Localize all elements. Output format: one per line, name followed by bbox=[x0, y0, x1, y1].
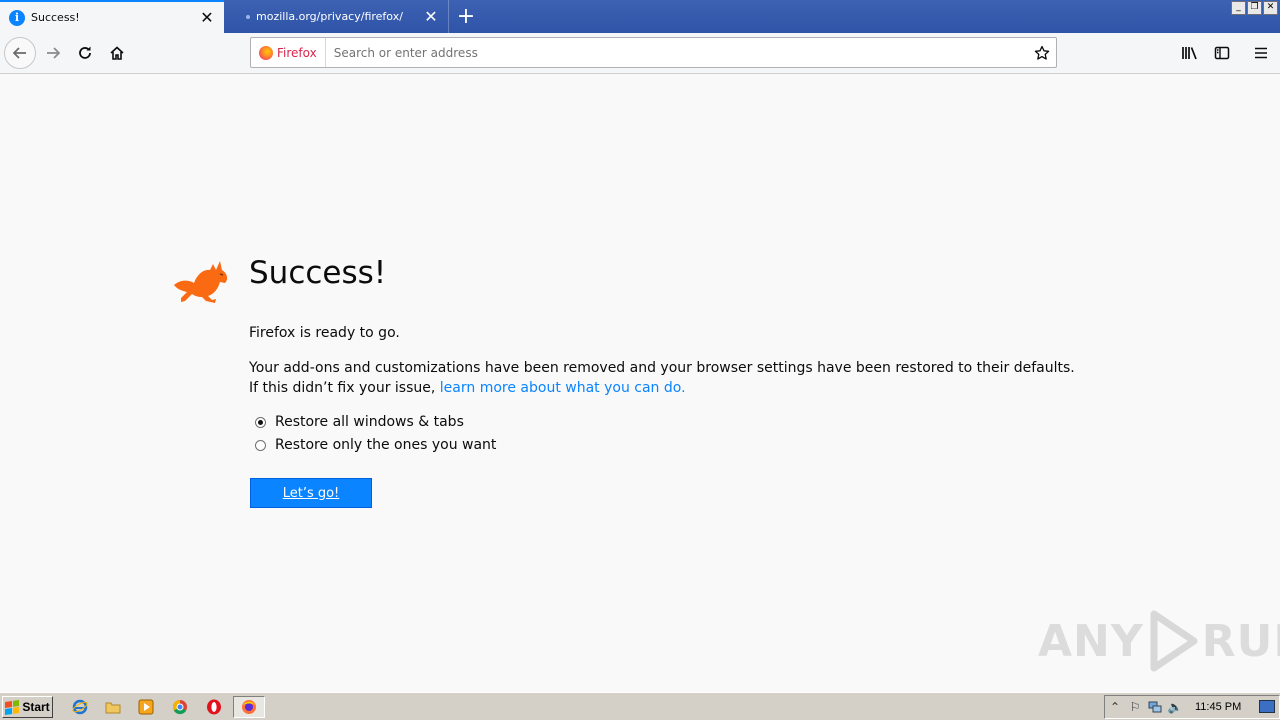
clock[interactable]: 11:45 PM bbox=[1195, 701, 1241, 713]
identity-box[interactable]: Firefox bbox=[251, 38, 326, 67]
restore-some-option[interactable]: Restore only the ones you want bbox=[255, 437, 496, 453]
action-center-flag-icon[interactable]: ⚐ bbox=[1125, 698, 1145, 716]
forward-arrow-icon bbox=[47, 47, 61, 59]
library-button[interactable] bbox=[1174, 37, 1206, 69]
file-explorer-icon[interactable] bbox=[104, 698, 122, 716]
system-tray: ⌃ ⚐ 🔈 11:45 PM bbox=[1104, 695, 1280, 719]
start-label: Start bbox=[22, 700, 50, 714]
play-logo-icon bbox=[1150, 610, 1198, 672]
show-desktop-button[interactable] bbox=[1259, 700, 1275, 713]
new-tab-button[interactable]: + bbox=[452, 3, 480, 29]
tab-mozilla-privacy[interactable]: mozilla.org/privacy/firefox/ ✕ bbox=[224, 0, 449, 33]
reload-icon bbox=[79, 46, 91, 59]
address-input[interactable] bbox=[325, 45, 1028, 60]
help-text-prefix: If this didn’t fix your issue, bbox=[249, 380, 440, 396]
restore-all-label: Restore all windows & tabs bbox=[275, 414, 464, 430]
taskbar: Start ⌃ ⚐ 🔈 11:45 PM bbox=[0, 692, 1280, 720]
reload-button[interactable] bbox=[69, 37, 101, 69]
tab-strip: i Success! ✕ mozilla.org/privacy/firefox… bbox=[0, 0, 1280, 33]
close-tab-icon[interactable]: ✕ bbox=[196, 7, 218, 29]
network-icon[interactable] bbox=[1145, 698, 1165, 716]
info-icon: i bbox=[9, 9, 25, 26]
start-button[interactable]: Start bbox=[2, 696, 53, 718]
back-button[interactable] bbox=[4, 37, 36, 69]
library-icon bbox=[1182, 47, 1197, 60]
internet-explorer-icon[interactable] bbox=[71, 698, 89, 716]
windows-logo-icon bbox=[5, 699, 20, 715]
watermark-text-left: ANY bbox=[1038, 615, 1144, 667]
media-player-icon[interactable] bbox=[137, 698, 155, 716]
restore-some-label: Restore only the ones you want bbox=[275, 437, 497, 453]
tab-success[interactable]: i Success! ✕ bbox=[0, 0, 224, 33]
opera-icon[interactable] bbox=[205, 698, 223, 716]
lets-go-button[interactable]: Let’s go! bbox=[250, 478, 372, 508]
identity-label: Firefox bbox=[277, 45, 317, 60]
tab-label: Success! bbox=[31, 11, 80, 24]
sidebar-button[interactable] bbox=[1206, 37, 1238, 69]
home-icon bbox=[110, 46, 124, 60]
help-text: If this didn’t fix your issue, learn mor… bbox=[249, 380, 686, 396]
volume-icon[interactable]: 🔈 bbox=[1165, 698, 1185, 716]
bookmark-star-button[interactable] bbox=[1028, 45, 1056, 61]
close-tab-icon[interactable]: ✕ bbox=[420, 6, 442, 28]
reset-info-text: Your add-ons and customizations have bee… bbox=[249, 360, 1075, 376]
restore-all-radio[interactable] bbox=[255, 416, 266, 428]
tab-label: mozilla.org/privacy/firefox/ bbox=[256, 10, 403, 23]
sidebar-icon bbox=[1214, 46, 1230, 60]
restore-some-radio[interactable] bbox=[255, 439, 266, 451]
firefox-taskbar-icon bbox=[242, 700, 256, 714]
window-controls: _ ❐ ✕ bbox=[1231, 1, 1278, 15]
home-button[interactable] bbox=[101, 37, 133, 69]
forward-button[interactable] bbox=[37, 37, 69, 69]
anyrun-watermark: ANY RUN bbox=[1038, 610, 1280, 672]
hamburger-menu-icon bbox=[1255, 47, 1267, 59]
minimize-button[interactable]: _ bbox=[1231, 1, 1246, 15]
star-icon bbox=[1034, 45, 1050, 60]
firefox-fox-icon bbox=[174, 261, 228, 303]
nav-bar: Firefox bbox=[0, 33, 1280, 74]
show-hidden-icons-button[interactable]: ⌃ bbox=[1105, 698, 1125, 716]
firefox-logo-icon bbox=[259, 45, 273, 60]
back-arrow-icon bbox=[12, 47, 26, 59]
url-bar[interactable]: Firefox bbox=[250, 37, 1057, 68]
taskbar-firefox-button[interactable] bbox=[233, 696, 265, 718]
learn-more-link[interactable]: learn more about what you can do. bbox=[440, 380, 686, 396]
close-window-button[interactable]: ✕ bbox=[1263, 1, 1278, 15]
chrome-icon[interactable] bbox=[171, 698, 189, 716]
restore-button[interactable]: ❐ bbox=[1247, 1, 1262, 15]
page-title: Success! bbox=[249, 255, 387, 291]
watermark-text-right: RUN bbox=[1201, 615, 1280, 667]
restore-all-option[interactable]: Restore all windows & tabs bbox=[255, 414, 464, 430]
ready-text: Firefox is ready to go. bbox=[249, 325, 400, 341]
menu-button[interactable] bbox=[1245, 37, 1277, 69]
